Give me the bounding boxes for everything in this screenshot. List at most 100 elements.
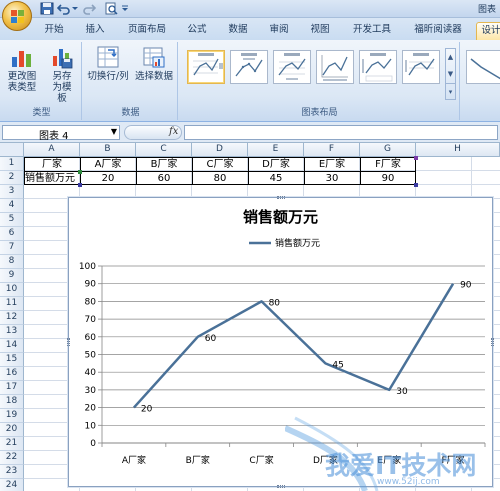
chart-layout-group: ▲ ▼ ▾ 图表布局 (180, 42, 460, 120)
tab-page-layout[interactable]: 页面布局 (119, 22, 175, 40)
row-header-1[interactable]: 1 (0, 157, 24, 171)
row-header-8[interactable]: 8 (0, 255, 24, 269)
window-title: 图表 (477, 5, 496, 15)
x-tick-label: D厂家 (313, 454, 338, 466)
chart-style-thumbnail[interactable] (466, 50, 500, 84)
gallery-up-icon[interactable]: ▲ (446, 49, 455, 66)
change-chart-type-button[interactable]: 更改图表类型 (4, 45, 40, 93)
fx-icon[interactable]: fx (169, 126, 178, 137)
layout-gallery-scroll[interactable]: ▲ ▼ ▾ (445, 48, 456, 100)
y-tick-label: 70 (85, 315, 97, 325)
layout-6-icon (405, 53, 435, 76)
gallery-down-icon[interactable]: ▼ (446, 66, 455, 83)
name-box[interactable]: 图表 4 ▼ (2, 125, 120, 142)
column-header-d[interactable]: D (192, 143, 248, 157)
layout-5-thumbnail[interactable] (359, 50, 397, 84)
tab-foxit-reader[interactable]: 福昕阅读器 (405, 22, 471, 40)
line-chart[interactable]: 销售额万元 0 10 20 30 40 50 60 70 80 90 100 A厂家 B厂家 C厂家 D厂家… (67, 196, 494, 488)
column-header-b[interactable]: B (80, 143, 136, 157)
row-header-3[interactable]: 3 (0, 185, 24, 199)
formula-input[interactable] (184, 125, 498, 140)
tab-review[interactable]: 审阅 (262, 22, 296, 40)
type-group-label: 类型 (32, 108, 51, 118)
row-header-21[interactable]: 21 (0, 437, 24, 451)
print-preview-icon[interactable] (104, 2, 118, 15)
data-range-row-divider (24, 171, 416, 172)
column-header-h[interactable]: H (416, 143, 500, 157)
layout-1-icon (193, 53, 223, 76)
column-header-g[interactable]: G (360, 143, 416, 157)
tab-design[interactable]: 设计 (476, 22, 500, 40)
row-header-9[interactable]: 9 (0, 269, 24, 283)
save-icon[interactable] (40, 2, 54, 15)
undo-dropdown-icon[interactable] (71, 2, 79, 15)
undo-icon[interactable] (57, 2, 71, 15)
data-range-col-divider (136, 157, 137, 185)
layout-2-icon (235, 53, 263, 77)
range-handle[interactable] (78, 170, 82, 174)
column-header-a[interactable]: A (24, 143, 80, 157)
row-header-14[interactable]: 14 (0, 339, 24, 353)
ribbon-tabs: 开始 插入 页面布局 公式 数据 审阅 视图 开发工具 福昕阅读器 设计 (0, 18, 500, 40)
layout-3-thumbnail[interactable] (273, 50, 311, 84)
column-header-f[interactable]: F (304, 143, 360, 157)
row-header-18[interactable]: 18 (0, 395, 24, 409)
switch-row-column-button[interactable]: 切换行/列 (85, 45, 131, 82)
layout-3-icon (278, 53, 306, 80)
row-header-17[interactable]: 17 (0, 381, 24, 395)
range-handle[interactable] (414, 183, 418, 187)
tab-insert[interactable]: 插入 (78, 22, 112, 40)
layout-1-thumbnail[interactable] (187, 50, 225, 84)
row-header-5[interactable]: 5 (0, 213, 24, 227)
column-header-e[interactable]: E (248, 143, 304, 157)
select-all-corner[interactable] (0, 143, 24, 157)
name-box-dropdown-icon[interactable]: ▼ (111, 127, 117, 136)
range-handle[interactable] (78, 183, 82, 187)
layout-2-thumbnail[interactable] (230, 50, 268, 84)
y-tick-label: 20 (85, 404, 97, 414)
tab-home[interactable]: 开始 (37, 22, 71, 40)
data-range-col-divider (248, 157, 249, 185)
column-header-c[interactable]: C (136, 143, 192, 157)
row-header-4[interactable]: 4 (0, 199, 24, 213)
customize-toolbar-icon[interactable] (121, 2, 129, 15)
data-range-col-divider (304, 157, 305, 185)
tab-formulas[interactable]: 公式 (180, 22, 214, 40)
row-header-16[interactable]: 16 (0, 367, 24, 381)
office-logo-icon (11, 10, 24, 23)
range-handle[interactable] (414, 156, 418, 160)
row-header-13[interactable]: 13 (0, 325, 24, 339)
row-header-2[interactable]: 2 (0, 171, 24, 185)
redo-icon[interactable] (82, 2, 96, 15)
chart-plot-area[interactable]: 0 10 20 30 40 50 60 70 80 90 100 A厂家 B厂家 C厂家 D厂家 E厂家 F厂家… (69, 198, 494, 488)
save-as-template-button[interactable]: 另存为模板 (44, 45, 80, 104)
row-header-19[interactable]: 19 (0, 409, 24, 423)
gallery-more-icon[interactable]: ▾ (446, 83, 455, 100)
data-group-label: 数据 (121, 108, 140, 118)
y-tick-label: 50 (85, 351, 97, 361)
row-header-12[interactable]: 12 (0, 311, 24, 325)
select-data-icon (143, 47, 165, 68)
row-header-6[interactable]: 6 (0, 227, 24, 241)
y-tick-label: 90 (85, 280, 97, 290)
select-data-button[interactable]: 选择数据 (132, 45, 176, 82)
row-header-11[interactable]: 11 (0, 297, 24, 311)
insert-function-control[interactable]: fx (124, 125, 182, 140)
row-header-7[interactable]: 7 (0, 241, 24, 255)
worksheet[interactable]: ABCDEFGH 1 2 3 4 5 6 7 8 9 10 11 12 13 14 15 16 17 18 19 20… (0, 143, 500, 491)
chart-layout-group-label: 图表布局 (301, 108, 338, 118)
tab-view[interactable]: 视图 (303, 22, 337, 40)
tab-developer[interactable]: 开发工具 (344, 22, 400, 40)
row-header-23[interactable]: 23 (0, 465, 24, 479)
row-header-15[interactable]: 15 (0, 353, 24, 367)
tab-data[interactable]: 数据 (221, 22, 255, 40)
office-button[interactable] (2, 1, 32, 31)
row-header-24[interactable]: 24 (0, 479, 24, 491)
layout-6-thumbnail[interactable] (402, 50, 440, 84)
row-header-22[interactable]: 22 (0, 451, 24, 465)
layout-4-thumbnail[interactable] (316, 50, 354, 84)
y-tick-label: 10 (85, 421, 97, 431)
title-bar: 图表 (0, 0, 500, 31)
row-header-20[interactable]: 20 (0, 423, 24, 437)
row-header-10[interactable]: 10 (0, 283, 24, 297)
